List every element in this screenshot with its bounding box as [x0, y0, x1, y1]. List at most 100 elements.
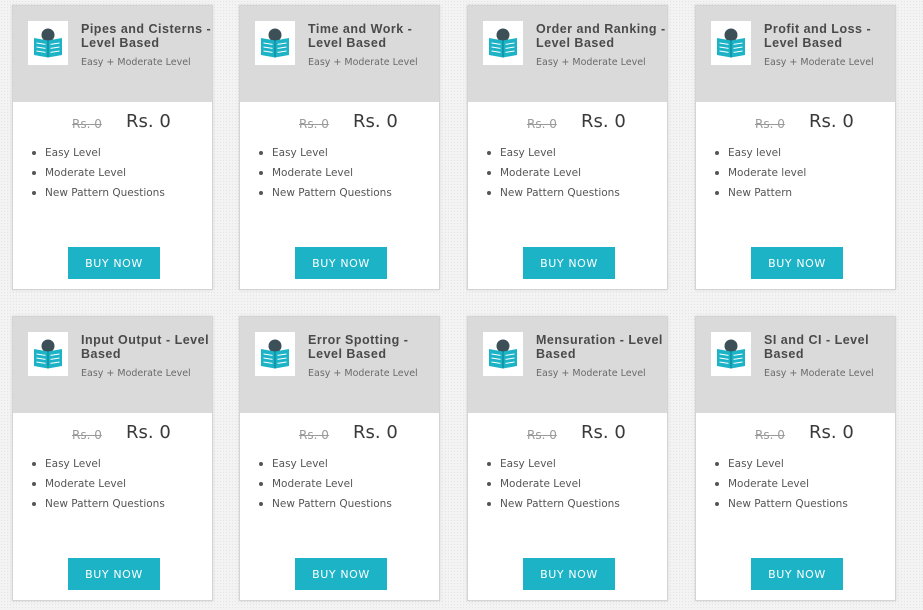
feature-item: Moderate level	[714, 166, 806, 186]
price-row: Rs. 0 Rs. 0	[13, 422, 212, 448]
course-subtitle: Easy + Moderate Level	[764, 57, 874, 68]
product-card: Mensuration - Level Based Easy + Moderat…	[467, 316, 668, 601]
feature-item: Moderate Level	[31, 477, 165, 497]
course-title: Time and Work - Level Based	[308, 22, 413, 50]
book-reader-icon	[28, 332, 68, 376]
price-row: Rs. 0 Rs. 0	[13, 111, 212, 137]
current-price: Rs. 0	[809, 111, 854, 132]
current-price: Rs. 0	[581, 422, 626, 443]
course-title: Error Spotting - Level Based	[308, 333, 409, 361]
original-price: Rs. 0	[299, 428, 329, 442]
original-price: Rs. 0	[527, 428, 557, 442]
original-price: Rs. 0	[72, 117, 102, 131]
course-title: SI and CI - Level Based	[764, 333, 870, 361]
feature-item: Moderate Level	[258, 166, 392, 186]
course-subtitle: Easy + Moderate Level	[536, 368, 646, 379]
product-card: Time and Work - Level Based Easy + Moder…	[239, 5, 440, 290]
course-title: Profit and Loss - Level Based	[764, 22, 872, 50]
original-price: Rs. 0	[755, 428, 785, 442]
product-card: Order and Ranking - Level Based Easy + M…	[467, 5, 668, 290]
original-price: Rs. 0	[72, 428, 102, 442]
original-price: Rs. 0	[527, 117, 557, 131]
course-title: Mensuration - Level Based	[536, 333, 663, 361]
buy-now-button[interactable]: BUY NOW	[68, 558, 160, 590]
book-reader-icon	[711, 332, 751, 376]
feature-item: Easy Level	[258, 457, 392, 477]
feature-item: Easy Level	[486, 457, 620, 477]
buy-now-button[interactable]: BUY NOW	[295, 558, 387, 590]
feature-item: Moderate Level	[486, 166, 620, 186]
buy-now-button[interactable]: BUY NOW	[523, 558, 615, 590]
card-header: Order and Ranking - Level Based Easy + M…	[468, 6, 667, 102]
current-price: Rs. 0	[353, 422, 398, 443]
current-price: Rs. 0	[809, 422, 854, 443]
current-price: Rs. 0	[353, 111, 398, 132]
course-subtitle: Easy + Moderate Level	[536, 57, 646, 68]
feature-list: Easy Level Moderate Level New Pattern Qu…	[486, 457, 620, 517]
card-header: Profit and Loss - Level Based Easy + Mod…	[696, 6, 895, 102]
feature-item: Easy level	[714, 146, 806, 166]
product-card: Input Output - Level Based Easy + Modera…	[12, 316, 213, 601]
book-reader-icon	[711, 21, 751, 65]
feature-item: Easy Level	[31, 457, 165, 477]
course-title: Pipes and Cisterns - Level Based	[81, 22, 212, 50]
price-row: Rs. 0 Rs. 0	[468, 111, 667, 137]
buy-now-button[interactable]: BUY NOW	[523, 247, 615, 279]
card-header: Time and Work - Level Based Easy + Moder…	[240, 6, 439, 102]
course-subtitle: Easy + Moderate Level	[764, 368, 874, 379]
product-card: Pipes and Cisterns - Level Based Easy + …	[12, 5, 213, 290]
price-row: Rs. 0 Rs. 0	[696, 422, 895, 448]
feature-list: Easy level Moderate level New Pattern	[714, 146, 806, 206]
card-header: Error Spotting - Level Based Easy + Mode…	[240, 317, 439, 413]
feature-list: Easy Level Moderate Level New Pattern Qu…	[714, 457, 848, 517]
price-row: Rs. 0 Rs. 0	[240, 422, 439, 448]
current-price: Rs. 0	[126, 422, 171, 443]
feature-item: Moderate Level	[31, 166, 165, 186]
card-header: Mensuration - Level Based Easy + Moderat…	[468, 317, 667, 413]
book-reader-icon	[483, 21, 523, 65]
feature-list: Easy Level Moderate Level New Pattern Qu…	[31, 146, 165, 206]
feature-item: New Pattern Questions	[714, 497, 848, 517]
card-header: SI and CI - Level Based Easy + Moderate …	[696, 317, 895, 413]
card-header: Pipes and Cisterns - Level Based Easy + …	[13, 6, 212, 102]
course-subtitle: Easy + Moderate Level	[308, 57, 418, 68]
feature-item: New Pattern Questions	[486, 186, 620, 206]
feature-item: New Pattern Questions	[258, 186, 392, 206]
book-reader-icon	[28, 21, 68, 65]
course-title: Input Output - Level Based	[81, 333, 210, 361]
buy-now-button[interactable]: BUY NOW	[295, 247, 387, 279]
feature-item: Easy Level	[31, 146, 165, 166]
feature-list: Easy Level Moderate Level New Pattern Qu…	[31, 457, 165, 517]
feature-item: Easy Level	[486, 146, 620, 166]
buy-now-button[interactable]: BUY NOW	[751, 247, 843, 279]
book-reader-icon	[255, 332, 295, 376]
feature-item: Easy Level	[258, 146, 392, 166]
buy-now-button[interactable]: BUY NOW	[751, 558, 843, 590]
price-row: Rs. 0 Rs. 0	[696, 111, 895, 137]
price-row: Rs. 0 Rs. 0	[468, 422, 667, 448]
course-title: Order and Ranking - Level Based	[536, 22, 666, 50]
course-subtitle: Easy + Moderate Level	[81, 57, 191, 68]
course-subtitle: Easy + Moderate Level	[81, 368, 191, 379]
feature-item: New Pattern	[714, 186, 806, 206]
product-card: Profit and Loss - Level Based Easy + Mod…	[695, 5, 896, 290]
book-reader-icon	[255, 21, 295, 65]
feature-item: New Pattern Questions	[31, 497, 165, 517]
original-price: Rs. 0	[299, 117, 329, 131]
feature-item: New Pattern Questions	[258, 497, 392, 517]
book-reader-icon	[483, 332, 523, 376]
feature-item: New Pattern Questions	[486, 497, 620, 517]
original-price: Rs. 0	[755, 117, 785, 131]
card-header: Input Output - Level Based Easy + Modera…	[13, 317, 212, 413]
feature-item: Easy Level	[714, 457, 848, 477]
feature-list: Easy Level Moderate Level New Pattern Qu…	[258, 146, 392, 206]
product-card: Error Spotting - Level Based Easy + Mode…	[239, 316, 440, 601]
feature-item: Moderate Level	[486, 477, 620, 497]
course-subtitle: Easy + Moderate Level	[308, 368, 418, 379]
feature-list: Easy Level Moderate Level New Pattern Qu…	[258, 457, 392, 517]
feature-item: Moderate Level	[714, 477, 848, 497]
current-price: Rs. 0	[126, 111, 171, 132]
feature-item: Moderate Level	[258, 477, 392, 497]
price-row: Rs. 0 Rs. 0	[240, 111, 439, 137]
buy-now-button[interactable]: BUY NOW	[68, 247, 160, 279]
